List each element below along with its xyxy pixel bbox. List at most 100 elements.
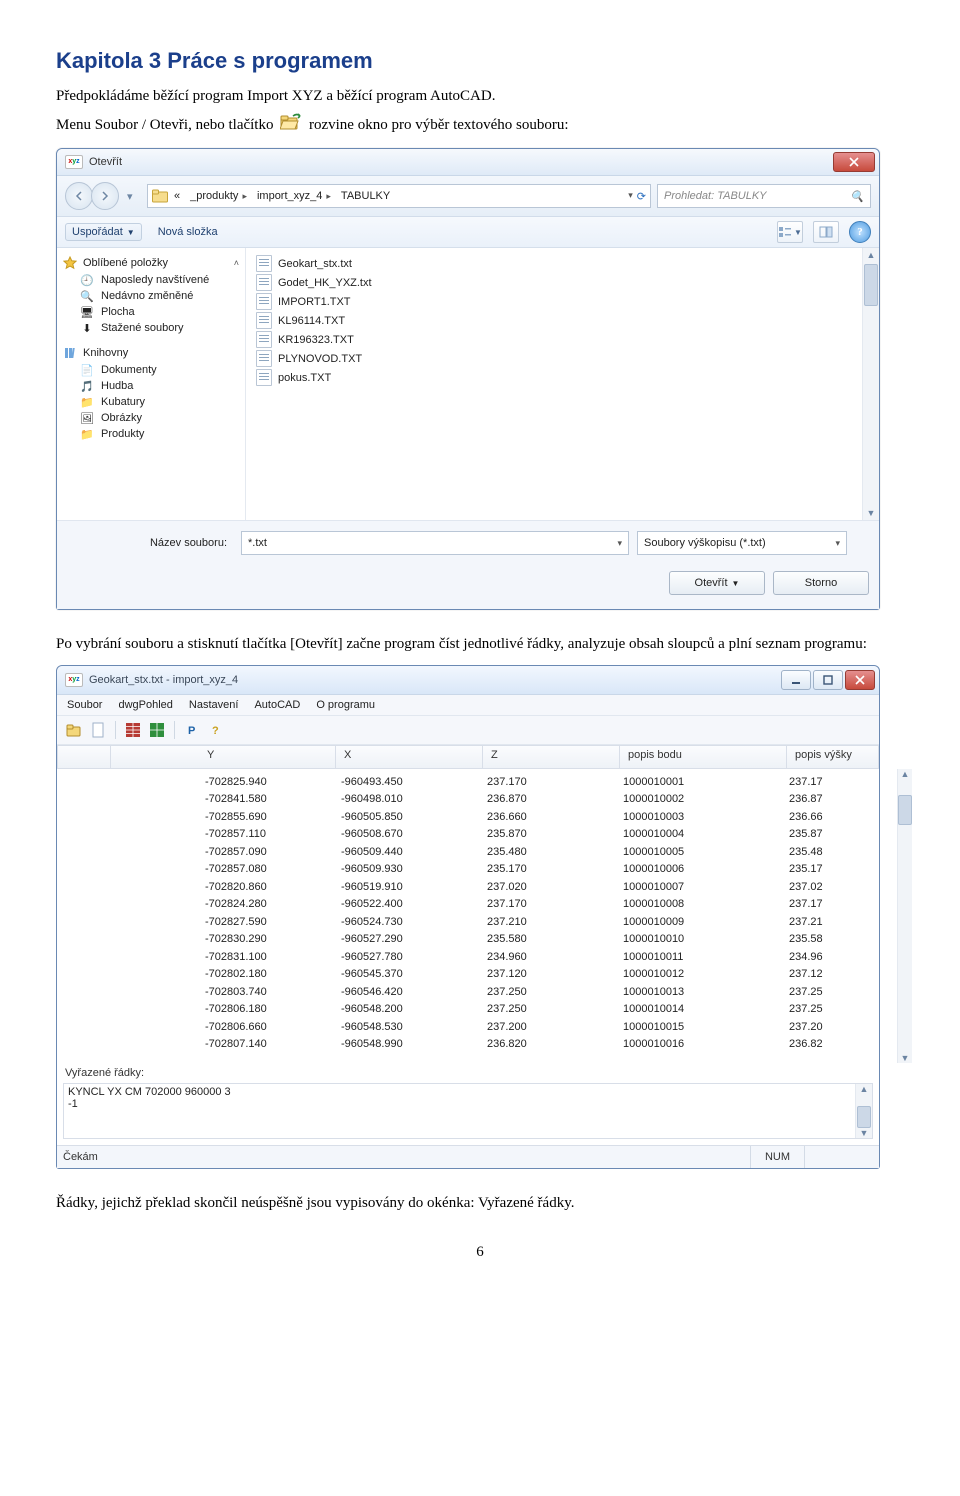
data-row[interactable]: -702806.180-960548.200237.25010000100142… [57, 1001, 897, 1019]
file-list[interactable]: Geokart_stx.txtGodet_HK_YXZ.txtIMPORT1.T… [246, 248, 879, 520]
toolbar-grid-green-button[interactable] [146, 720, 168, 740]
open-button[interactable]: Otevřít▼ [669, 571, 765, 595]
scrollbar-thumb[interactable] [857, 1106, 871, 1128]
menu-item[interactable]: dwgPohled [118, 699, 172, 711]
sidebar-item[interactable]: 🔍Nedávno změněné [61, 288, 241, 304]
file-type-filter[interactable]: Soubory výškopisu (*.txt) ▾ [637, 531, 847, 555]
svg-text:P: P [188, 725, 195, 737]
scroll-down-icon[interactable]: ▼ [901, 1053, 910, 1063]
scroll-down-icon[interactable]: ▼ [860, 1128, 869, 1138]
rejected-rows-box[interactable]: KYNCL YX CM 702000 960000 3 -1 ▲ ▼ [63, 1083, 873, 1139]
cell-popis-vysky: 237.21 [781, 916, 897, 928]
cancel-button[interactable]: Storno [773, 571, 869, 595]
collapse-icon[interactable]: ˄ [234, 258, 239, 268]
file-item[interactable]: Geokart_stx.txt [254, 254, 871, 273]
data-row[interactable]: -702830.290-960527.290235.58010000100102… [57, 931, 897, 949]
data-row[interactable]: -702855.690-960505.850236.66010000100032… [57, 808, 897, 826]
toolbar-point-button[interactable]: P [181, 720, 203, 740]
filename-dropdown-icon[interactable]: ▾ [617, 538, 622, 549]
sidebar-item[interactable]: 🖼Obrázky [61, 410, 241, 426]
preview-icon [819, 226, 833, 238]
data-row[interactable]: -702841.580-960498.010236.87010000100022… [57, 791, 897, 809]
toolbar-open-button[interactable] [63, 720, 85, 740]
nav-forward-button[interactable] [91, 182, 119, 210]
scroll-down-icon[interactable]: ▼ [865, 506, 878, 520]
sidebar-item[interactable]: 📁Produkty [61, 426, 241, 442]
cell-x: -960527.290 [333, 933, 479, 945]
sidebar-item[interactable]: 📄Dokumenty [61, 362, 241, 378]
column-header[interactable]: Z [483, 746, 620, 768]
scroll-up-icon[interactable]: ▲ [860, 1084, 869, 1094]
toolbar-new-button[interactable] [87, 720, 109, 740]
file-item[interactable]: KR196323.TXT [254, 330, 871, 349]
window-close-button[interactable] [845, 670, 875, 690]
menu-item[interactable]: Nastavení [189, 699, 239, 711]
search-input[interactable]: Prohledat: TABULKY 🔍 [657, 184, 871, 208]
data-row[interactable]: -702857.080-960509.930235.17010000100062… [57, 861, 897, 879]
file-item[interactable]: pokus.TXT [254, 368, 871, 387]
sidebar-item[interactable]: 📁Kubatury [61, 394, 241, 410]
data-row[interactable]: -702824.280-960522.400237.17010000100082… [57, 896, 897, 914]
menu-item[interactable]: AutoCAD [254, 699, 300, 711]
cell-popis-vysky: 236.66 [781, 811, 897, 823]
scrollbar-thumb[interactable] [898, 795, 912, 825]
sidebar-libraries-heading[interactable]: Knihovny [61, 344, 241, 362]
menu-item[interactable]: O programu [316, 699, 375, 711]
crumb-1[interactable]: import_xyz_4▸ [253, 190, 335, 202]
dialog-close-button[interactable] [833, 152, 875, 172]
data-row[interactable]: -702806.660-960548.530237.20010000100152… [57, 1018, 897, 1036]
data-row[interactable]: -702820.860-960519.910237.02010000100072… [57, 878, 897, 896]
column-header[interactable]: popis výšky [787, 746, 878, 768]
data-row[interactable]: -702831.100-960527.780234.96010000100112… [57, 948, 897, 966]
cell-y: -702831.100 [197, 951, 333, 963]
data-row[interactable]: -702827.590-960524.730237.21010000100092… [57, 913, 897, 931]
window-minimize-button[interactable] [781, 670, 811, 690]
scrollbar-thumb[interactable] [864, 264, 878, 306]
data-scrollbar[interactable]: ▲ ▼ [897, 769, 912, 1063]
file-item[interactable]: PLYNOVOD.TXT [254, 349, 871, 368]
new-folder-button[interactable]: Nová složka [152, 224, 224, 240]
downloads-icon: ⬇ [79, 321, 95, 335]
rejected-row: -1 [68, 1098, 868, 1110]
help-button[interactable]: ? [849, 221, 871, 243]
crumb-dropdown[interactable]: ▾ [628, 190, 633, 203]
preview-pane-button[interactable] [813, 221, 839, 243]
sidebar-item[interactable]: ⬇Stažené soubory [61, 320, 241, 336]
file-list-scrollbar[interactable]: ▲ ▼ [862, 248, 879, 520]
nav-back-button[interactable] [65, 182, 93, 210]
sidebar-favorites-heading[interactable]: Oblíbené položky ˄ [61, 254, 241, 272]
crumb-2[interactable]: TABULKY [337, 190, 394, 202]
file-item[interactable]: Godet_HK_YXZ.txt [254, 273, 871, 292]
rejected-scrollbar[interactable]: ▲ ▼ [855, 1084, 872, 1138]
file-item[interactable]: KL96114.TXT [254, 311, 871, 330]
data-row[interactable]: -702803.740-960546.420237.25010000100132… [57, 983, 897, 1001]
data-row[interactable]: -702807.140-960548.990236.82010000100162… [57, 1036, 897, 1054]
cell-x: -960548.990 [333, 1038, 479, 1050]
sidebar-item[interactable]: 🖥Plocha [61, 304, 241, 320]
view-mode-button[interactable]: ▼ [777, 221, 803, 243]
filename-input[interactable]: *.txt ▾ [241, 531, 629, 555]
data-row[interactable]: -702857.110-960508.670235.87010000100042… [57, 826, 897, 844]
refresh-button[interactable]: ⟳ [637, 190, 646, 203]
data-row[interactable]: -702802.180-960545.370237.12010000100122… [57, 966, 897, 984]
data-row[interactable]: -702857.090-960509.440235.48010000100052… [57, 843, 897, 861]
toolbar-help-button[interactable]: ? [205, 720, 227, 740]
scroll-up-icon[interactable]: ▲ [901, 769, 910, 779]
filter-dropdown-icon[interactable]: ▾ [835, 538, 840, 549]
column-header[interactable]: X [336, 746, 483, 768]
column-header[interactable]: popis bodu [620, 746, 787, 768]
nav-history-dropdown[interactable]: ▾ [127, 190, 141, 203]
breadcrumb-bar[interactable]: « _produkty▸ import_xyz_4▸ TABULKY ▾ ⟳ [147, 184, 651, 208]
column-header[interactable]: Y [199, 746, 336, 768]
sidebar-item[interactable]: 🎵Hudba [61, 378, 241, 394]
toolbar-grid-red-button[interactable] [122, 720, 144, 740]
sidebar-item[interactable]: 🕘Naposledy navštívené [61, 272, 241, 288]
window-maximize-button[interactable] [813, 670, 843, 690]
menu-item[interactable]: Soubor [67, 699, 102, 711]
scroll-up-icon[interactable]: ▲ [865, 248, 878, 262]
file-item[interactable]: IMPORT1.TXT [254, 292, 871, 311]
organize-button[interactable]: Uspořádat▼ [65, 223, 142, 241]
crumb-0[interactable]: _produkty▸ [186, 190, 251, 202]
data-row[interactable]: -702825.940-960493.450237.17010000100012… [57, 773, 897, 791]
cell-z: 237.170 [479, 776, 615, 788]
